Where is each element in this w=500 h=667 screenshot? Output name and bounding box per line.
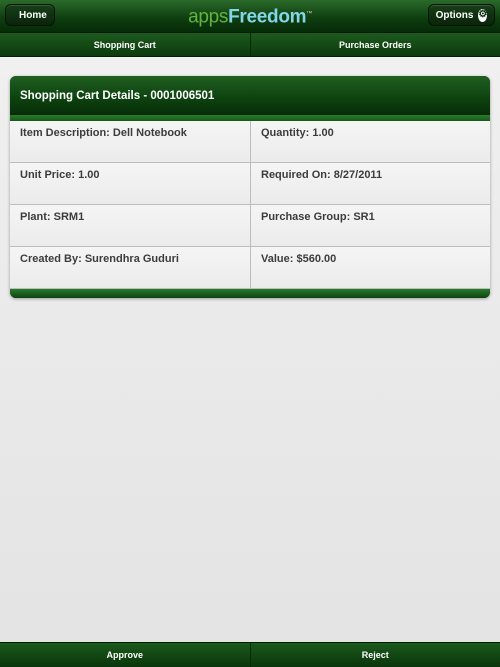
- apps-freedom-logo: appsFreedom™: [188, 6, 312, 28]
- details-grid: Item Description: Dell Notebook Quantity:…: [10, 121, 490, 289]
- approve-button[interactable]: Approve: [0, 643, 250, 667]
- options-button[interactable]: Options ⚙: [428, 4, 495, 26]
- options-label: Options: [435, 9, 474, 21]
- reject-button[interactable]: Reject: [249, 643, 500, 667]
- panel-title: Shopping Cart Details - 0001006501: [10, 76, 490, 115]
- field-value: Value: $560.00: [250, 247, 490, 289]
- panel-footer-bar: [10, 289, 490, 298]
- shopping-cart-details-panel: Shopping Cart Details - 0001006501 Item …: [10, 76, 490, 298]
- field-quantity: Quantity: 1.00: [250, 121, 490, 163]
- field-unit-price: Unit Price: 1.00: [10, 163, 250, 205]
- tab-bar: Shopping Cart Purchase Orders: [0, 33, 500, 57]
- gear-icon: ⚙: [478, 8, 488, 22]
- tab-purchase-orders[interactable]: Purchase Orders: [249, 33, 500, 56]
- action-bar: Approve Reject: [0, 642, 500, 667]
- field-required-on: Required On: 8/27/2011: [250, 163, 490, 205]
- field-purchase-group: Purchase Group: SR1: [250, 205, 490, 247]
- top-bar: Home appsFreedom™ Options ⚙: [0, 0, 500, 33]
- field-item-description: Item Description: Dell Notebook: [10, 121, 250, 163]
- field-created-by: Created By: Surendhra Guduri: [10, 247, 250, 289]
- tab-shopping-cart[interactable]: Shopping Cart: [0, 33, 250, 56]
- field-plant: Plant: SRM1: [10, 205, 250, 247]
